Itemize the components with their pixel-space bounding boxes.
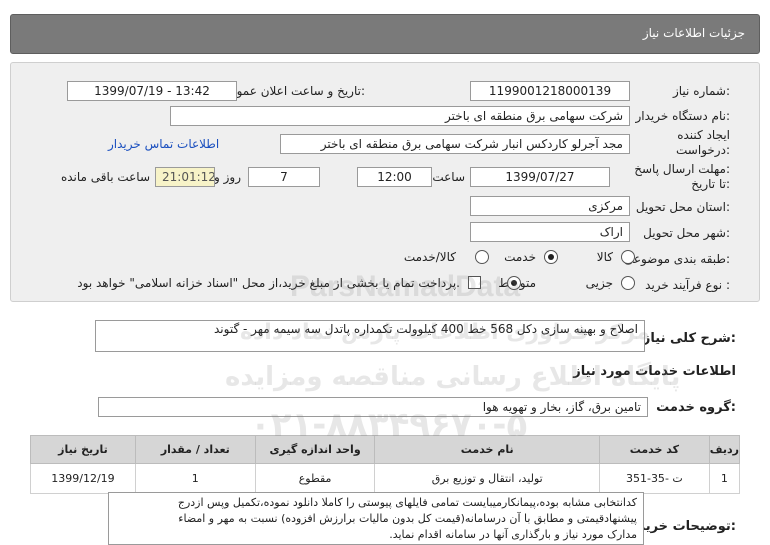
cell-need-date: 1399/12/19 (30, 463, 136, 494)
buyer-notes-line: مدارک مورد نیاز و بارگذاری آنها در سامان… (389, 528, 637, 541)
buyer-label: نام دستگاه خریدار: (635, 109, 731, 123)
page-title: جزئیات اطلاعات نیاز (642, 26, 745, 40)
city-field[interactable]: اراک (470, 222, 630, 242)
deadline-time-field[interactable]: 12:00 (357, 167, 432, 187)
page-header: جزئیات اطلاعات نیاز (10, 14, 760, 54)
need-number-label: شماره نیاز: (672, 84, 730, 98)
process-option-medium-radio[interactable] (507, 276, 521, 290)
remaining-time-field: 21:01:12 (155, 167, 215, 187)
summary-label: شرح کلی نیاز: (642, 331, 736, 346)
remaining-time-label: ساعت باقی مانده (60, 170, 150, 184)
contact-buyer-link[interactable]: اطلاعات تماس خریدار (108, 137, 219, 151)
province-label: استان محل تحویل: (635, 200, 730, 214)
column-header-service-code: کد خدمت (598, 435, 710, 464)
process-option-minor-label: جزیی (585, 276, 613, 290)
column-header-row: ردیف (708, 435, 741, 464)
category-option-goods-radio[interactable] (621, 250, 635, 264)
deadline-label-line1: مهلت ارسال پاسخ: (634, 162, 730, 176)
summary-field[interactable]: اصلاح و بهینه سازی دکل 568 خط 400 کیلوول… (95, 320, 645, 352)
creator-label-line1: ایجاد کننده (677, 128, 730, 142)
service-group-field[interactable]: تامین برق، گاز، بخار و تهویه هوا (98, 397, 648, 417)
category-option-service-radio[interactable] (544, 250, 558, 264)
services-table-header: ردیف کد خدمت نام خدمت واحد اندازه گیری ت… (30, 435, 741, 464)
deadline-label-line2: تا تاریخ: (691, 177, 730, 191)
cell-service-code: ت -35-351 (598, 463, 710, 494)
remaining-days-field[interactable]: 7 (248, 167, 320, 187)
buyer-field[interactable]: شرکت سهامی برق منطقه ای باختر (170, 106, 630, 126)
table-row[interactable]: 1 ت -35-351 تولید، انتقال و توزیع برق مق… (30, 463, 741, 494)
announce-date-field[interactable]: 1399/07/19 - 13:42 (67, 81, 237, 101)
column-header-need-date: تاریخ نیاز (30, 435, 136, 464)
need-number-field[interactable]: 1199001218000139 (470, 81, 630, 101)
cell-row-number: 1 (708, 463, 741, 494)
column-header-quantity: تعداد / مقدار (134, 435, 256, 464)
city-label: شهر محل تحویل: (643, 226, 730, 240)
province-field[interactable]: مرکزی (470, 196, 630, 216)
deadline-time-label: ساعت (432, 170, 465, 184)
treasury-payment-note: پرداخت تمام یا بخشی از مبلغ خرید،از محل … (77, 276, 460, 290)
service-group-label: گروه خدمت: (656, 400, 736, 415)
category-option-both-radio[interactable] (475, 250, 489, 264)
days-label: روز و (214, 170, 241, 184)
category-option-service-label: خدمت (504, 250, 536, 264)
creator-label-line2: درخواست: (676, 143, 730, 157)
creator-field[interactable]: مجد آجرلو کاردکس انبار شرکت سهامی برق من… (280, 134, 630, 154)
category-option-goods-label: کالا (596, 250, 613, 264)
treasury-payment-checkbox[interactable] (468, 276, 481, 289)
cell-quantity: 1 (134, 463, 256, 494)
column-header-unit: واحد اندازه گیری (254, 435, 376, 464)
buyer-notes-line: پیشنهادقیمتی و مطابق با آن درسامانه(قیمت… (178, 512, 637, 525)
services-section-title: اطلاعات خدمات مورد نیاز (573, 364, 736, 379)
category-option-both-label: کالا/خدمت (403, 250, 456, 264)
buyer-notes-line: کدانتخابی مشابه بوده،پیمانکارمیبایست تما… (177, 496, 637, 509)
announce-date-label: تاریخ و ساعت اعلان عمومی: (220, 84, 365, 98)
deadline-date-field[interactable]: 1399/07/27 (470, 167, 610, 187)
buyer-notes-field[interactable]: کدانتخابی مشابه بوده،پیمانکارمیبایست تما… (108, 492, 644, 545)
category-label: طبقه بندی موضوعی: (623, 252, 730, 266)
cell-unit: مقطوع (254, 463, 376, 494)
process-type-label: نوع فرآیند خرید : (645, 278, 730, 292)
services-table: ردیف کد خدمت نام خدمت واحد اندازه گیری ت… (30, 435, 741, 494)
column-header-service-name: نام خدمت (374, 435, 600, 464)
cell-service-name: تولید، انتقال و توزیع برق (374, 463, 600, 494)
process-option-minor-radio[interactable] (621, 276, 635, 290)
